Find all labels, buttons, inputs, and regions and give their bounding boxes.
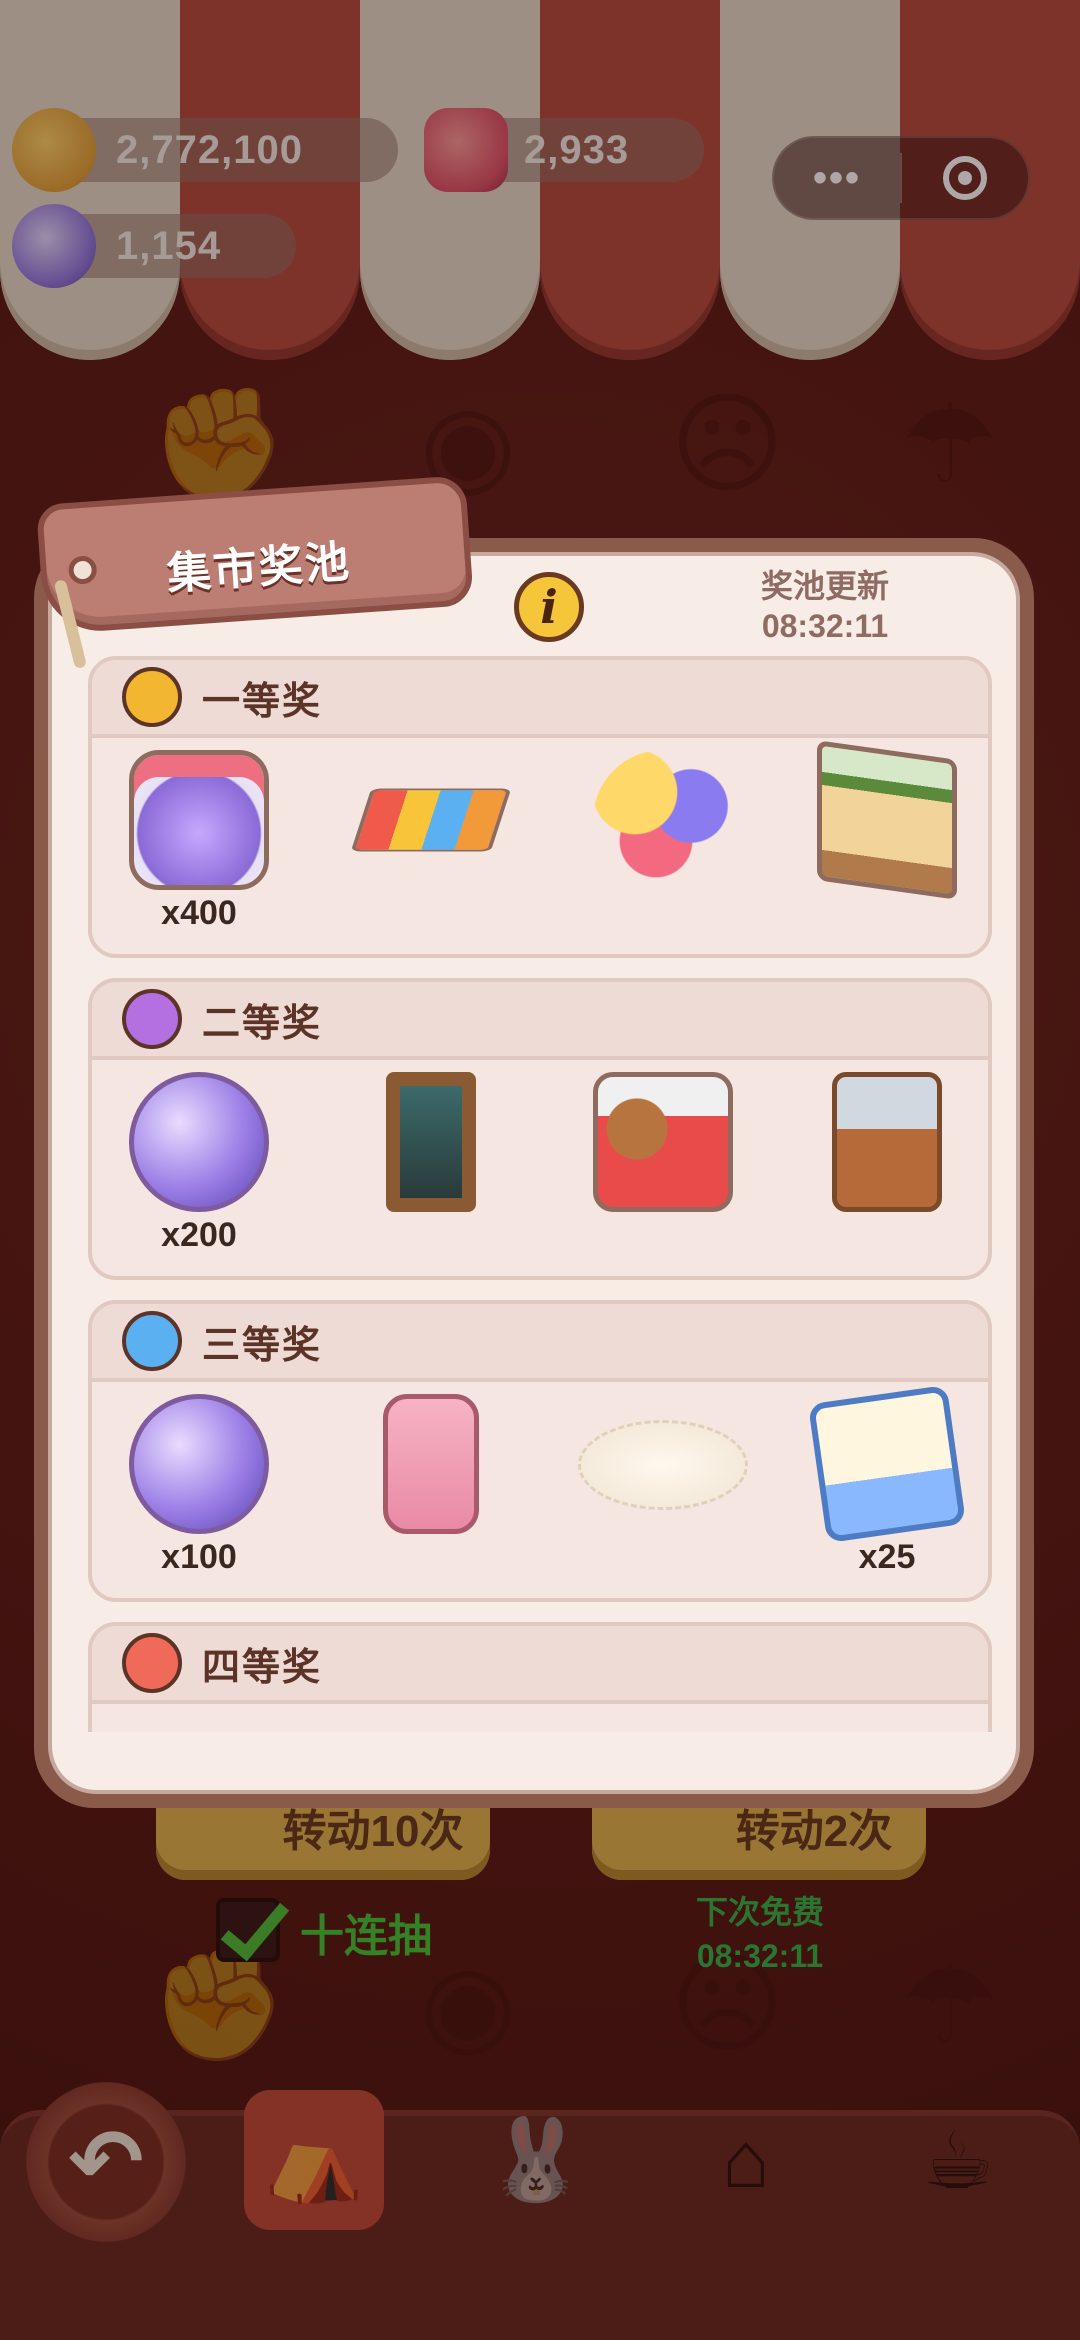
prize-qty: x400 [161, 894, 237, 932]
tier-red-dot-icon [122, 1633, 182, 1693]
prize-item[interactable] [336, 1394, 526, 1594]
prize-qty: x100 [161, 1538, 237, 1576]
tier-title: 一等奖 [202, 680, 323, 723]
modal-title: 集市奖池 [165, 537, 353, 600]
pool-refresh: 奖池更新 08:32:11 [740, 566, 910, 646]
stage-theater-icon [817, 740, 957, 900]
tier-title: 三等奖 [202, 1324, 323, 1367]
gem-cluster-icon [129, 1394, 269, 1534]
hopscotch-mat-icon [350, 788, 512, 852]
tier-header: 二等奖 [92, 982, 988, 1060]
tier-header: 四等奖 [92, 1626, 988, 1704]
refresh-label: 奖池更新 [760, 568, 889, 604]
prize-tier-list[interactable]: 一等奖 x400 二等奖 x200 三等奖 x100 x25 四等奖 [88, 656, 992, 1732]
prize-item[interactable]: x100 [104, 1394, 294, 1594]
tag-hole [67, 555, 98, 586]
refresh-time: 08:32:11 [761, 608, 889, 644]
tier-title: 二等奖 [202, 1002, 323, 1045]
tier-header: 三等奖 [92, 1304, 988, 1382]
tier-title: 四等奖 [202, 1646, 323, 1689]
prize-qty: x200 [161, 1216, 237, 1254]
prize-qty: x25 [858, 1538, 916, 1576]
tier-second-prize: 二等奖 x200 [88, 978, 992, 1280]
fluffy-rug-icon [578, 1420, 748, 1510]
tier-purple-dot-icon [122, 989, 182, 1049]
prize-item[interactable]: x25 [792, 1384, 982, 1594]
info-icon[interactable]: i [514, 572, 584, 642]
prize-item[interactable] [568, 750, 758, 950]
picture-frame-icon [386, 1072, 476, 1212]
gem-pile-icon [129, 1072, 269, 1212]
tier-first-prize: 一等奖 x400 [88, 656, 992, 958]
teddy-gift-box-icon [593, 1072, 733, 1212]
storybook-icon [807, 1384, 967, 1544]
tier-header: 一等奖 [92, 660, 988, 738]
pink-flip-phone-icon [383, 1394, 479, 1534]
prize-item[interactable] [792, 740, 982, 950]
balloons-icon [593, 750, 733, 890]
prize-item[interactable] [336, 750, 526, 950]
prize-item[interactable] [336, 1072, 526, 1272]
display-cabinet-icon [832, 1072, 942, 1212]
tier-fourth-prize: 四等奖 [88, 1622, 992, 1732]
prize-item[interactable]: x400 [104, 750, 294, 950]
prize-item[interactable]: x200 [104, 1072, 294, 1272]
prize-item[interactable] [568, 1394, 758, 1594]
gem-jar-icon [129, 750, 269, 890]
prize-item[interactable] [568, 1072, 758, 1272]
tier-gold-dot-icon [122, 667, 182, 727]
prize-item[interactable] [792, 1072, 982, 1272]
tier-third-prize: 三等奖 x100 x25 [88, 1300, 992, 1602]
tier-blue-dot-icon [122, 1311, 182, 1371]
